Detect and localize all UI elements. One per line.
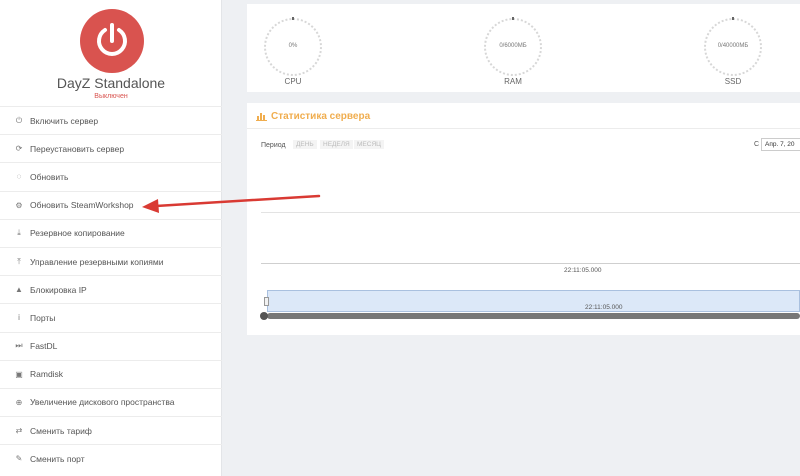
period-day-button[interactable]: ДЕНЬ <box>293 140 317 149</box>
menu-item-ramdisk[interactable]: ▣ Ramdisk <box>0 359 222 388</box>
chart-x-axis <box>261 263 800 264</box>
period-week-button[interactable]: НЕДЕЛЯ <box>320 140 353 149</box>
menu-item-fastdl[interactable]: ⏭ FastDL <box>0 331 222 360</box>
x-axis-tick-label: 22:11:05.000 <box>564 267 602 274</box>
navigator-tick-label: 22:11:05.000 <box>585 304 623 311</box>
menu-item-label: Управление резервными копиями <box>30 256 164 267</box>
panel-title-text: Статистика сервера <box>271 111 371 122</box>
ram-value: 0/6000МБ <box>499 43 527 49</box>
plus-circle-icon: ⊕ <box>15 397 23 407</box>
chart-navigator[interactable] <box>267 290 800 312</box>
cpu-gauge: 0% CPU <box>258 12 328 86</box>
bar-chart-icon <box>256 113 267 121</box>
date-from-input[interactable]: Апр. 7, 20 <box>761 138 800 151</box>
spinner-icon: ◌ <box>16 172 22 182</box>
gauge-marker <box>292 17 294 20</box>
navigator-handle[interactable] <box>264 297 269 306</box>
menu-item-label: Сменить тариф <box>30 425 92 436</box>
menu-item-change-port[interactable]: ✎ Сменить порт <box>0 444 222 472</box>
resource-panel: 0% CPU 0/6000МБ RAM 0/40000МБ SSD <box>247 4 800 92</box>
ssd-gauge: 0/40000МБ SSD <box>698 12 768 86</box>
menu-item-update-steamworkshop[interactable]: ⚙ Обновить SteamWorkshop <box>0 190 222 219</box>
chart-gridline <box>261 212 800 213</box>
chart-scrollbar[interactable] <box>267 313 800 319</box>
menu-item-ports[interactable]: i Порты <box>0 303 222 331</box>
server-menu: ⏻ Включить сервер ⟳ Переустановить серве… <box>0 106 222 472</box>
menu-item-label: Сменить порт <box>30 453 85 464</box>
menu-item-manage-backups[interactable]: ⤒ Управление резервными копиями <box>0 246 222 275</box>
menu-item-label: FastDL <box>30 341 58 352</box>
menu-item-change-tariff[interactable]: ⇄ Сменить тариф <box>0 416 222 444</box>
menu-item-label: Порты <box>30 312 56 323</box>
menu-item-label: Увеличение дискового пространства <box>30 397 175 408</box>
sidebar: DayZ Standalone Выключен ⏻ Включить серв… <box>0 0 222 476</box>
refresh-icon: ⟳ <box>15 144 23 154</box>
upload-icon: ⤒ <box>17 256 21 266</box>
edit-icon: ✎ <box>15 454 23 464</box>
menu-item-backup[interactable]: ⤓ Резервное копирование <box>0 218 222 247</box>
scrollbar-knob[interactable] <box>260 312 268 320</box>
cpu-value: 0% <box>288 43 298 49</box>
gauge-marker <box>512 17 514 20</box>
menu-item-start-server[interactable]: ⏻ Включить сервер <box>0 106 222 134</box>
warning-icon: ▲ <box>15 285 23 295</box>
divider <box>247 128 800 129</box>
info-icon: i <box>18 313 20 323</box>
menu-item-label: Обновить SteamWorkshop <box>30 200 134 211</box>
ram-label: RAM <box>504 77 522 86</box>
menu-item-label: Ramdisk <box>30 369 64 380</box>
download-icon: ⤓ <box>17 228 21 238</box>
menu-item-label: Переустановить сервер <box>30 143 125 154</box>
ram-gauge: 0/6000МБ RAM <box>478 12 548 86</box>
steam-icon: ⚙ <box>15 200 23 210</box>
gauge-marker <box>732 17 734 20</box>
exchange-icon: ⇄ <box>15 426 23 436</box>
server-status: Выключен <box>94 93 128 100</box>
floppy-icon: ▣ <box>15 369 23 379</box>
menu-item-increase-disk[interactable]: ⊕ Увеличение дискового пространства <box>0 387 222 416</box>
menu-item-label: Обновить <box>30 171 69 182</box>
menu-item-label: Резервное копирование <box>30 228 125 239</box>
panel-title: Статистика сервера <box>256 111 370 122</box>
power-button[interactable] <box>80 9 144 73</box>
menu-item-update[interactable]: ◌ Обновить <box>0 162 222 190</box>
cpu-label: CPU <box>284 77 302 86</box>
menu-item-reinstall-server[interactable]: ⟳ Переустановить сервер <box>0 134 222 162</box>
power-icon: ⏻ <box>15 115 23 125</box>
power-icon <box>97 23 127 56</box>
period-month-button[interactable]: МЕСЯЦ <box>354 140 384 149</box>
date-from-label: С <box>754 141 760 148</box>
period-label: Период <box>261 142 286 149</box>
fast-forward-icon: ⏭ <box>15 341 23 351</box>
menu-item-label: Блокировка IP <box>30 284 87 295</box>
ssd-value: 0/40000МБ <box>717 43 749 49</box>
menu-item-label: Включить сервер <box>30 115 99 126</box>
ssd-label: SSD <box>724 77 742 86</box>
server-name: DayZ Standalone <box>56 75 166 91</box>
server-statistics-panel: Статистика сервера Период ДЕНЬ НЕДЕЛЯ МЕ… <box>247 103 800 335</box>
menu-item-ip-block[interactable]: ▲ Блокировка IP <box>0 275 222 303</box>
